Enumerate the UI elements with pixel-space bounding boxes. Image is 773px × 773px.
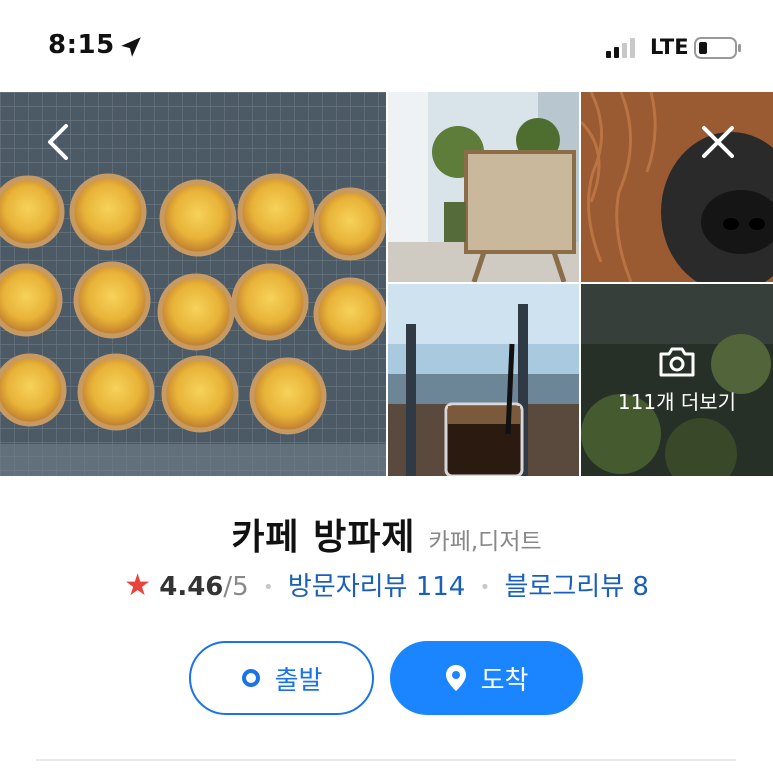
- location-pin-icon: [445, 664, 467, 692]
- place-name: 카페 방파제: [231, 517, 416, 558]
- more-photos-label: 111개 더보기: [617, 389, 737, 414]
- depart-button[interactable]: 출발: [189, 641, 374, 715]
- status-time: 8:15: [48, 30, 115, 60]
- cell-signal-icon: [606, 38, 635, 58]
- carrier-label: LTE: [650, 35, 689, 59]
- place-category: 카페,디저트: [428, 529, 542, 555]
- photo-gallery: 111개 더보기: [0, 92, 773, 476]
- separator-dot: •: [479, 577, 491, 598]
- separator-dot: •: [262, 577, 274, 598]
- star-icon: ★: [124, 568, 151, 603]
- blog-reviews-link[interactable]: 블로그리뷰 8: [505, 572, 649, 602]
- visitor-reviews-link[interactable]: 방문자리뷰 114: [288, 572, 466, 602]
- camera-icon: [659, 347, 695, 376]
- arrive-button[interactable]: 도착: [390, 641, 583, 715]
- photo-dog[interactable]: [581, 92, 773, 282]
- place-title-row: 카페 방파제 카페,디저트: [0, 508, 773, 560]
- section-divider: [36, 759, 736, 761]
- rating-row: ★ 4.46/5 • 방문자리뷰 114 • 블로그리뷰 8: [0, 566, 773, 603]
- depart-dot-icon: [241, 668, 261, 688]
- chevron-left-icon: [48, 124, 68, 160]
- location-arrow-icon: [121, 37, 141, 57]
- close-button[interactable]: [692, 116, 744, 168]
- status-bar: 8:15 LTE: [0, 0, 773, 92]
- arrive-label: 도착: [480, 665, 529, 696]
- back-button[interactable]: [32, 116, 84, 168]
- rating-score: 4.46: [159, 572, 224, 602]
- depart-label: 출발: [274, 665, 323, 696]
- close-icon: [702, 126, 734, 158]
- photo-entrance[interactable]: [388, 92, 579, 282]
- more-photos-button[interactable]: 111개 더보기: [581, 284, 773, 476]
- rating-max: /5: [223, 572, 249, 602]
- battery-low-icon: [694, 37, 741, 59]
- photo-drink[interactable]: [388, 284, 579, 476]
